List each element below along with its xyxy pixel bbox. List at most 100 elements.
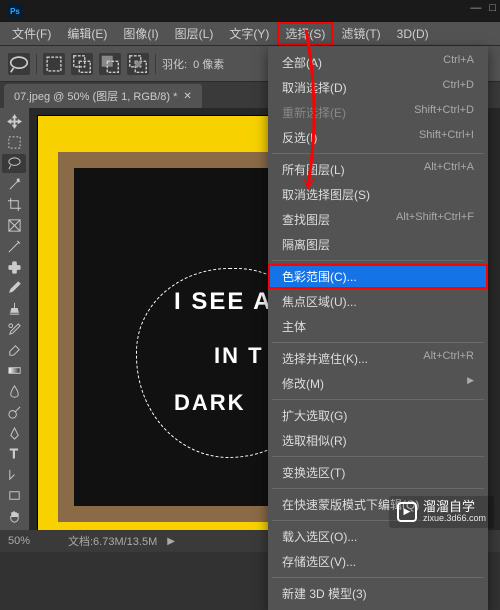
menu-divider xyxy=(272,456,484,457)
menu-divider xyxy=(272,399,484,400)
menu-item[interactable]: 图层(L) xyxy=(167,22,222,45)
menu-item-label: 所有图层(L) xyxy=(282,161,345,178)
menu-shortcut: Ctrl+A xyxy=(443,54,474,71)
menubar: 文件(F)编辑(E)图像(I)图层(L)文字(Y)选择(S)滤镜(T)3D(D) xyxy=(0,22,500,46)
menu-item[interactable]: 图像(I) xyxy=(115,22,166,45)
lasso-tool-icon[interactable] xyxy=(8,53,30,75)
blur-tool-icon[interactable] xyxy=(2,382,26,402)
close-icon[interactable]: ✕ xyxy=(183,91,191,102)
app-logo-icon: Ps xyxy=(8,4,22,18)
menu-item-label: 选取相似(R) xyxy=(282,432,347,449)
menu-shortcut: Ctrl+D xyxy=(443,79,474,96)
menu-item[interactable]: 滤镜(T) xyxy=(333,22,388,45)
tab-title: 07.jpeg @ 50% (图层 1, RGB/8) * xyxy=(14,88,177,104)
watermark: ▶ 溜溜自学 zixue.3d66.com xyxy=(389,496,494,528)
eyedropper-tool-icon[interactable] xyxy=(2,237,26,257)
menu-shortcut: Alt+Ctrl+A xyxy=(424,161,474,178)
menu-item-label: 载入选区(O)... xyxy=(282,528,357,545)
menu-item[interactable]: 选取相似(R) xyxy=(268,428,488,453)
menu-item-label: 焦点区域(U)... xyxy=(282,293,357,310)
move-tool-icon[interactable] xyxy=(2,112,26,132)
maximize-icon[interactable]: □ xyxy=(489,2,496,14)
menu-item[interactable]: 取消选择图层(S) xyxy=(268,182,488,207)
menu-item-label: 选择并遮住(K)... xyxy=(282,350,368,367)
menu-item[interactable]: 选择(S) xyxy=(277,22,333,45)
crop-tool-icon[interactable] xyxy=(2,195,26,215)
chevron-right-icon[interactable]: ▶ xyxy=(167,536,175,547)
path-tool-icon[interactable] xyxy=(2,465,26,485)
menu-shortcut: Alt+Ctrl+R xyxy=(423,350,474,367)
menu-item[interactable]: 新建 3D 模型(3) xyxy=(268,581,488,606)
zoom-level[interactable]: 50% xyxy=(8,535,58,547)
menu-item[interactable]: 存储选区(V)... xyxy=(268,549,488,574)
feather-value[interactable]: 0 像素 xyxy=(193,56,224,72)
window-controls: — □ xyxy=(470,2,496,14)
menu-item-label: 扩大选取(G) xyxy=(282,407,347,424)
menu-item-label: 新建 3D 模型(3) xyxy=(282,585,367,602)
menu-item[interactable]: 焦点区域(U)... xyxy=(268,289,488,314)
menu-item[interactable]: 修改(M) ▶ xyxy=(268,371,488,396)
play-icon: ▶ xyxy=(397,502,417,522)
type-tool-icon[interactable]: T xyxy=(2,444,26,464)
menu-divider xyxy=(272,153,484,154)
brush-tool-icon[interactable] xyxy=(2,278,26,298)
dodge-tool-icon[interactable] xyxy=(2,403,26,423)
menu-item[interactable]: 取消选择(D) Ctrl+D xyxy=(268,75,488,100)
menu-divider xyxy=(272,260,484,261)
selection-subtract-icon[interactable] xyxy=(99,53,121,75)
menu-item[interactable]: 所有图层(L) Alt+Ctrl+A xyxy=(268,157,488,182)
menu-item-label: 变换选区(T) xyxy=(282,464,345,481)
menu-item[interactable]: 编辑(E) xyxy=(59,22,115,45)
watermark-url: zixue.3d66.com xyxy=(423,514,486,524)
doc-info: 文档:6.73M/13.5M xyxy=(68,533,157,549)
menu-item[interactable]: 文件(F) xyxy=(4,22,59,45)
marquee-tool-icon[interactable] xyxy=(2,133,26,153)
menu-item-label: 查找图层 xyxy=(282,211,330,228)
menu-divider xyxy=(272,577,484,578)
menu-shortcut: Shift+Ctrl+I xyxy=(419,129,474,146)
healing-tool-icon[interactable] xyxy=(2,257,26,277)
menu-item[interactable]: 主体 xyxy=(268,314,488,339)
pen-tool-icon[interactable] xyxy=(2,423,26,443)
menu-item[interactable]: 查找图层 Alt+Shift+Ctrl+F xyxy=(268,207,488,232)
menu-item-label: 主体 xyxy=(282,318,306,335)
menu-item-label: 重新选择(E) xyxy=(282,104,346,121)
menu-item-label: 色彩范围(C)... xyxy=(282,268,357,285)
menu-item-label: 全部(A) xyxy=(282,54,322,71)
menu-item[interactable]: 隔离图层 xyxy=(268,232,488,257)
menu-divider xyxy=(272,488,484,489)
history-brush-tool-icon[interactable] xyxy=(2,320,26,340)
feather-label: 羽化: xyxy=(162,56,187,72)
menu-item-label: 隔离图层 xyxy=(282,236,330,253)
menu-item[interactable]: 色彩范围(C)... xyxy=(268,264,488,289)
hand-tool-icon[interactable] xyxy=(2,506,26,526)
stamp-tool-icon[interactable] xyxy=(2,299,26,319)
menu-item[interactable]: 变换选区(T) xyxy=(268,460,488,485)
menu-item-label: 存储选区(V)... xyxy=(282,553,356,570)
tools-panel: T xyxy=(0,108,30,530)
selection-add-icon[interactable] xyxy=(71,53,93,75)
menu-item[interactable]: 文字(Y) xyxy=(221,22,277,45)
menu-item[interactable]: 全部(A) Ctrl+A xyxy=(268,50,488,75)
menu-item-label: 修改(M) xyxy=(282,375,324,392)
selection-new-icon[interactable] xyxy=(43,53,65,75)
menu-item[interactable]: 3D(D) xyxy=(389,24,437,44)
minimize-icon[interactable]: — xyxy=(470,2,481,14)
lasso-tool-icon[interactable] xyxy=(2,154,26,174)
menu-item[interactable]: 扩大选取(G) xyxy=(268,403,488,428)
eraser-tool-icon[interactable] xyxy=(2,340,26,360)
menu-item-label: 取消选择图层(S) xyxy=(282,186,370,203)
document-tab[interactable]: 07.jpeg @ 50% (图层 1, RGB/8) * ✕ xyxy=(4,84,202,108)
frame-tool-icon[interactable] xyxy=(2,216,26,236)
menu-shortcut: Shift+Ctrl+D xyxy=(414,104,474,121)
magic-wand-tool-icon[interactable] xyxy=(2,174,26,194)
menu-shortcut: Alt+Shift+Ctrl+F xyxy=(396,211,474,228)
svg-text:T: T xyxy=(9,447,17,462)
menu-item[interactable]: 选择并遮住(K)... Alt+Ctrl+R xyxy=(268,346,488,371)
selection-intersect-icon[interactable] xyxy=(127,53,149,75)
submenu-arrow-icon: ▶ xyxy=(467,375,474,392)
menu-item-label: 取消选择(D) xyxy=(282,79,347,96)
gradient-tool-icon[interactable] xyxy=(2,361,26,381)
rectangle-tool-icon[interactable] xyxy=(2,486,26,506)
menu-item[interactable]: 反选(I)Shift+Ctrl+I xyxy=(268,125,488,150)
